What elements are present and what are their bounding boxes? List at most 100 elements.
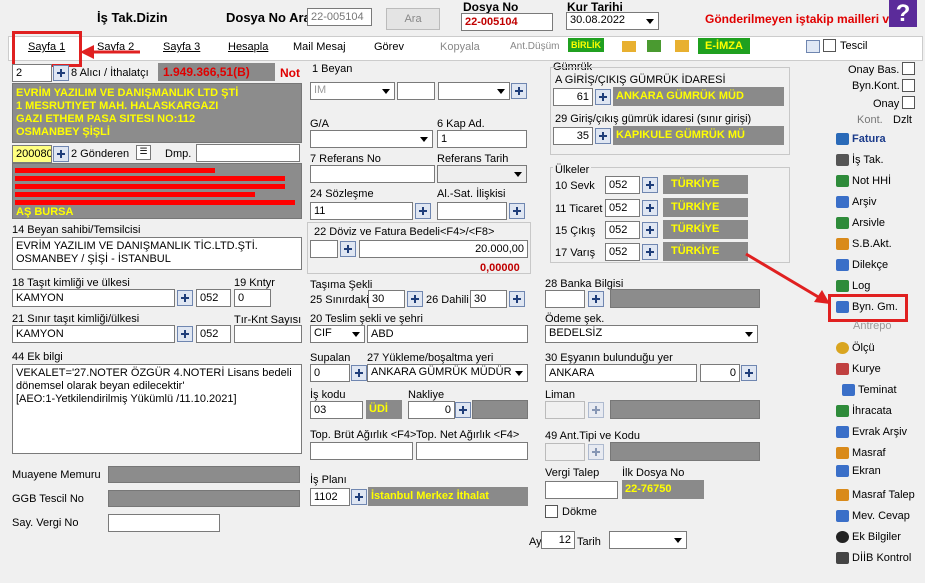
document-icon[interactable] (806, 40, 820, 53)
masraf-button[interactable]: Masraf (836, 447, 886, 459)
kntyr-input[interactable]: 0 (234, 289, 271, 307)
supalan-lookup-button[interactable] (351, 365, 367, 381)
ref-tarih-dropdown[interactable] (437, 165, 527, 183)
banka-lookup-button[interactable] (588, 291, 604, 307)
dmp-input[interactable] (196, 144, 300, 162)
diib-kontrol-button[interactable]: DİİB Kontrol (836, 552, 911, 564)
tasit-input[interactable]: KAMYON (12, 289, 175, 307)
liman-input[interactable] (545, 401, 585, 419)
antrepo-button[interactable]: Antrepo (853, 320, 892, 332)
supalan-input[interactable]: 0 (310, 364, 350, 382)
gonderen-address-box[interactable]: AŞ BURSA (12, 163, 302, 219)
gonderen-no-input[interactable]: 200080 (12, 145, 52, 163)
folder-upload-icon[interactable] (675, 40, 689, 52)
fatura-button[interactable]: Fatura (836, 133, 886, 145)
vergi-talep-input[interactable] (545, 481, 618, 499)
nakliye-lookup-button[interactable] (455, 402, 471, 418)
ant-tip-input[interactable] (545, 443, 585, 461)
tab-gorev[interactable]: Görev (374, 41, 404, 53)
ulke-cikis-lookup-button[interactable] (642, 222, 658, 238)
log-button[interactable]: Log (836, 280, 870, 292)
tescil-checkbox[interactable] (823, 39, 836, 52)
sinir-tasit-ulke-input[interactable]: 052 (196, 325, 231, 343)
tab-hesapla[interactable]: Hesapla (228, 41, 268, 53)
folder-icon[interactable] (622, 41, 636, 52)
ulke-sevk-lookup-button[interactable] (642, 177, 658, 193)
tab-mail-mesaj[interactable]: Mail Mesaj (293, 41, 346, 53)
sinirdaki-input[interactable]: 30 (368, 290, 405, 308)
doviz-amount-input[interactable]: 20.000,00 (359, 240, 528, 258)
beyan-sahibi-box[interactable]: EVRİM YAZILIM VE DANIŞMANLIK TİC.LTD.ŞTİ… (12, 237, 302, 270)
not-hhi-button[interactable]: Not HHİ (836, 175, 891, 187)
kurye-button[interactable]: Kurye (836, 363, 881, 375)
olcu-button[interactable]: Ölçü (836, 342, 875, 354)
doviz-lookup-button[interactable] (340, 241, 356, 257)
is-plani-lookup-button[interactable] (351, 489, 367, 505)
giris-no-input[interactable]: 61 (553, 88, 593, 106)
ihracata-button[interactable]: İhracata (836, 405, 892, 417)
tir-input[interactable] (234, 325, 302, 343)
sinir-tasit-input[interactable]: KAMYON (12, 325, 175, 343)
evrak-arsiv-button[interactable]: Evrak Arşiv (836, 426, 907, 438)
tasit-lookup-button[interactable] (177, 290, 193, 306)
tab-ant-dusum[interactable]: Ant.Düşüm (510, 41, 559, 52)
alsat-input[interactable] (437, 202, 507, 220)
ulke-ticaret-lookup-button[interactable] (642, 200, 658, 216)
ulke-sevk-code[interactable]: 052 (605, 176, 640, 194)
alici-no-input[interactable]: 2 (12, 64, 52, 82)
beyan-dropdown[interactable]: IM (310, 82, 395, 100)
dilekce-button[interactable]: Dilekçe (836, 259, 888, 271)
ek-bilgi-textarea[interactable]: VEKALET='27.NOTER ÖZGÜR 4.NOTERİ Lisans … (12, 364, 302, 454)
is-kodu-input[interactable]: 03 (310, 401, 363, 419)
tab-kopyala[interactable]: Kopyala (440, 41, 480, 53)
esya-lookup-button[interactable] (741, 365, 757, 381)
giris-lookup-button[interactable] (595, 89, 611, 105)
giris29-no-input[interactable]: 35 (553, 127, 593, 145)
upload-icon[interactable] (647, 40, 661, 52)
liman-lookup-button[interactable] (588, 402, 604, 418)
esya-no-input[interactable]: 0 (700, 364, 740, 382)
sozlesme-input[interactable]: 11 (310, 202, 413, 220)
dahili-lookup-button[interactable] (509, 291, 525, 307)
esya-input[interactable]: ANKARA (545, 364, 697, 382)
beyan-extra-input[interactable] (397, 82, 435, 100)
byn-gm-button[interactable]: Byn. Gm. (836, 301, 898, 313)
odeme-dropdown[interactable]: BEDELSİZ (545, 325, 758, 343)
e-imza-button[interactable]: E-İMZA (698, 38, 750, 54)
kap-input[interactable]: 1 (437, 130, 527, 148)
dosya-no-field[interactable]: 22-005104 (461, 13, 553, 31)
beyan-lookup-button[interactable] (511, 83, 527, 99)
ulke-cikis-code[interactable]: 052 (605, 221, 640, 239)
tarih-dropdown[interactable] (609, 531, 687, 549)
ant-lookup-button[interactable] (588, 444, 604, 460)
banka-input[interactable] (545, 290, 585, 308)
list-icon[interactable]: ☰ (136, 145, 151, 160)
brut-input[interactable] (310, 442, 413, 460)
mev-cevap-button[interactable]: Mev. Cevap (836, 510, 910, 522)
ulke-varis-code[interactable]: 052 (605, 243, 640, 261)
byn-kont-checkbox[interactable] (902, 79, 915, 92)
ref-input[interactable] (310, 165, 435, 183)
say-vergi-input[interactable] (108, 514, 220, 532)
gonderen-lookup-button[interactable] (53, 146, 69, 162)
yukleme-dropdown[interactable]: ANKARA GÜMRÜK MÜDÜR (367, 364, 528, 382)
sinir-tasit-lookup-button[interactable] (177, 326, 193, 342)
is-tak-button[interactable]: İş Tak. (836, 154, 884, 166)
beyan-type-dropdown[interactable] (438, 82, 510, 100)
help-icon[interactable]: ? (889, 0, 917, 27)
sb-akt-button[interactable]: S.B.Akt. (836, 238, 892, 250)
alsat-lookup-button[interactable] (509, 203, 525, 219)
ulke-ticaret-code[interactable]: 052 (605, 199, 640, 217)
kur-tarihi-dropdown[interactable]: 30.08.2022 (566, 12, 659, 30)
teminat-button[interactable]: Teminat (842, 384, 897, 396)
tasit-ulke-input[interactable]: 052 (196, 289, 231, 307)
ek-bilgiler-button[interactable]: Ek Bilgiler (836, 531, 901, 543)
is-plani-input[interactable]: 1102 (310, 488, 350, 506)
tab-sayfa-3[interactable]: Sayfa 3 (163, 41, 200, 53)
birlik-button[interactable]: BİRLİK (568, 38, 604, 52)
sinirdaki-lookup-button[interactable] (407, 291, 423, 307)
teslim-sehir-input[interactable]: ABD (367, 325, 528, 343)
onay-checkbox[interactable] (902, 96, 915, 109)
arsivle-button[interactable]: Arsivle (836, 217, 885, 229)
onay-bas-checkbox[interactable] (902, 62, 915, 75)
